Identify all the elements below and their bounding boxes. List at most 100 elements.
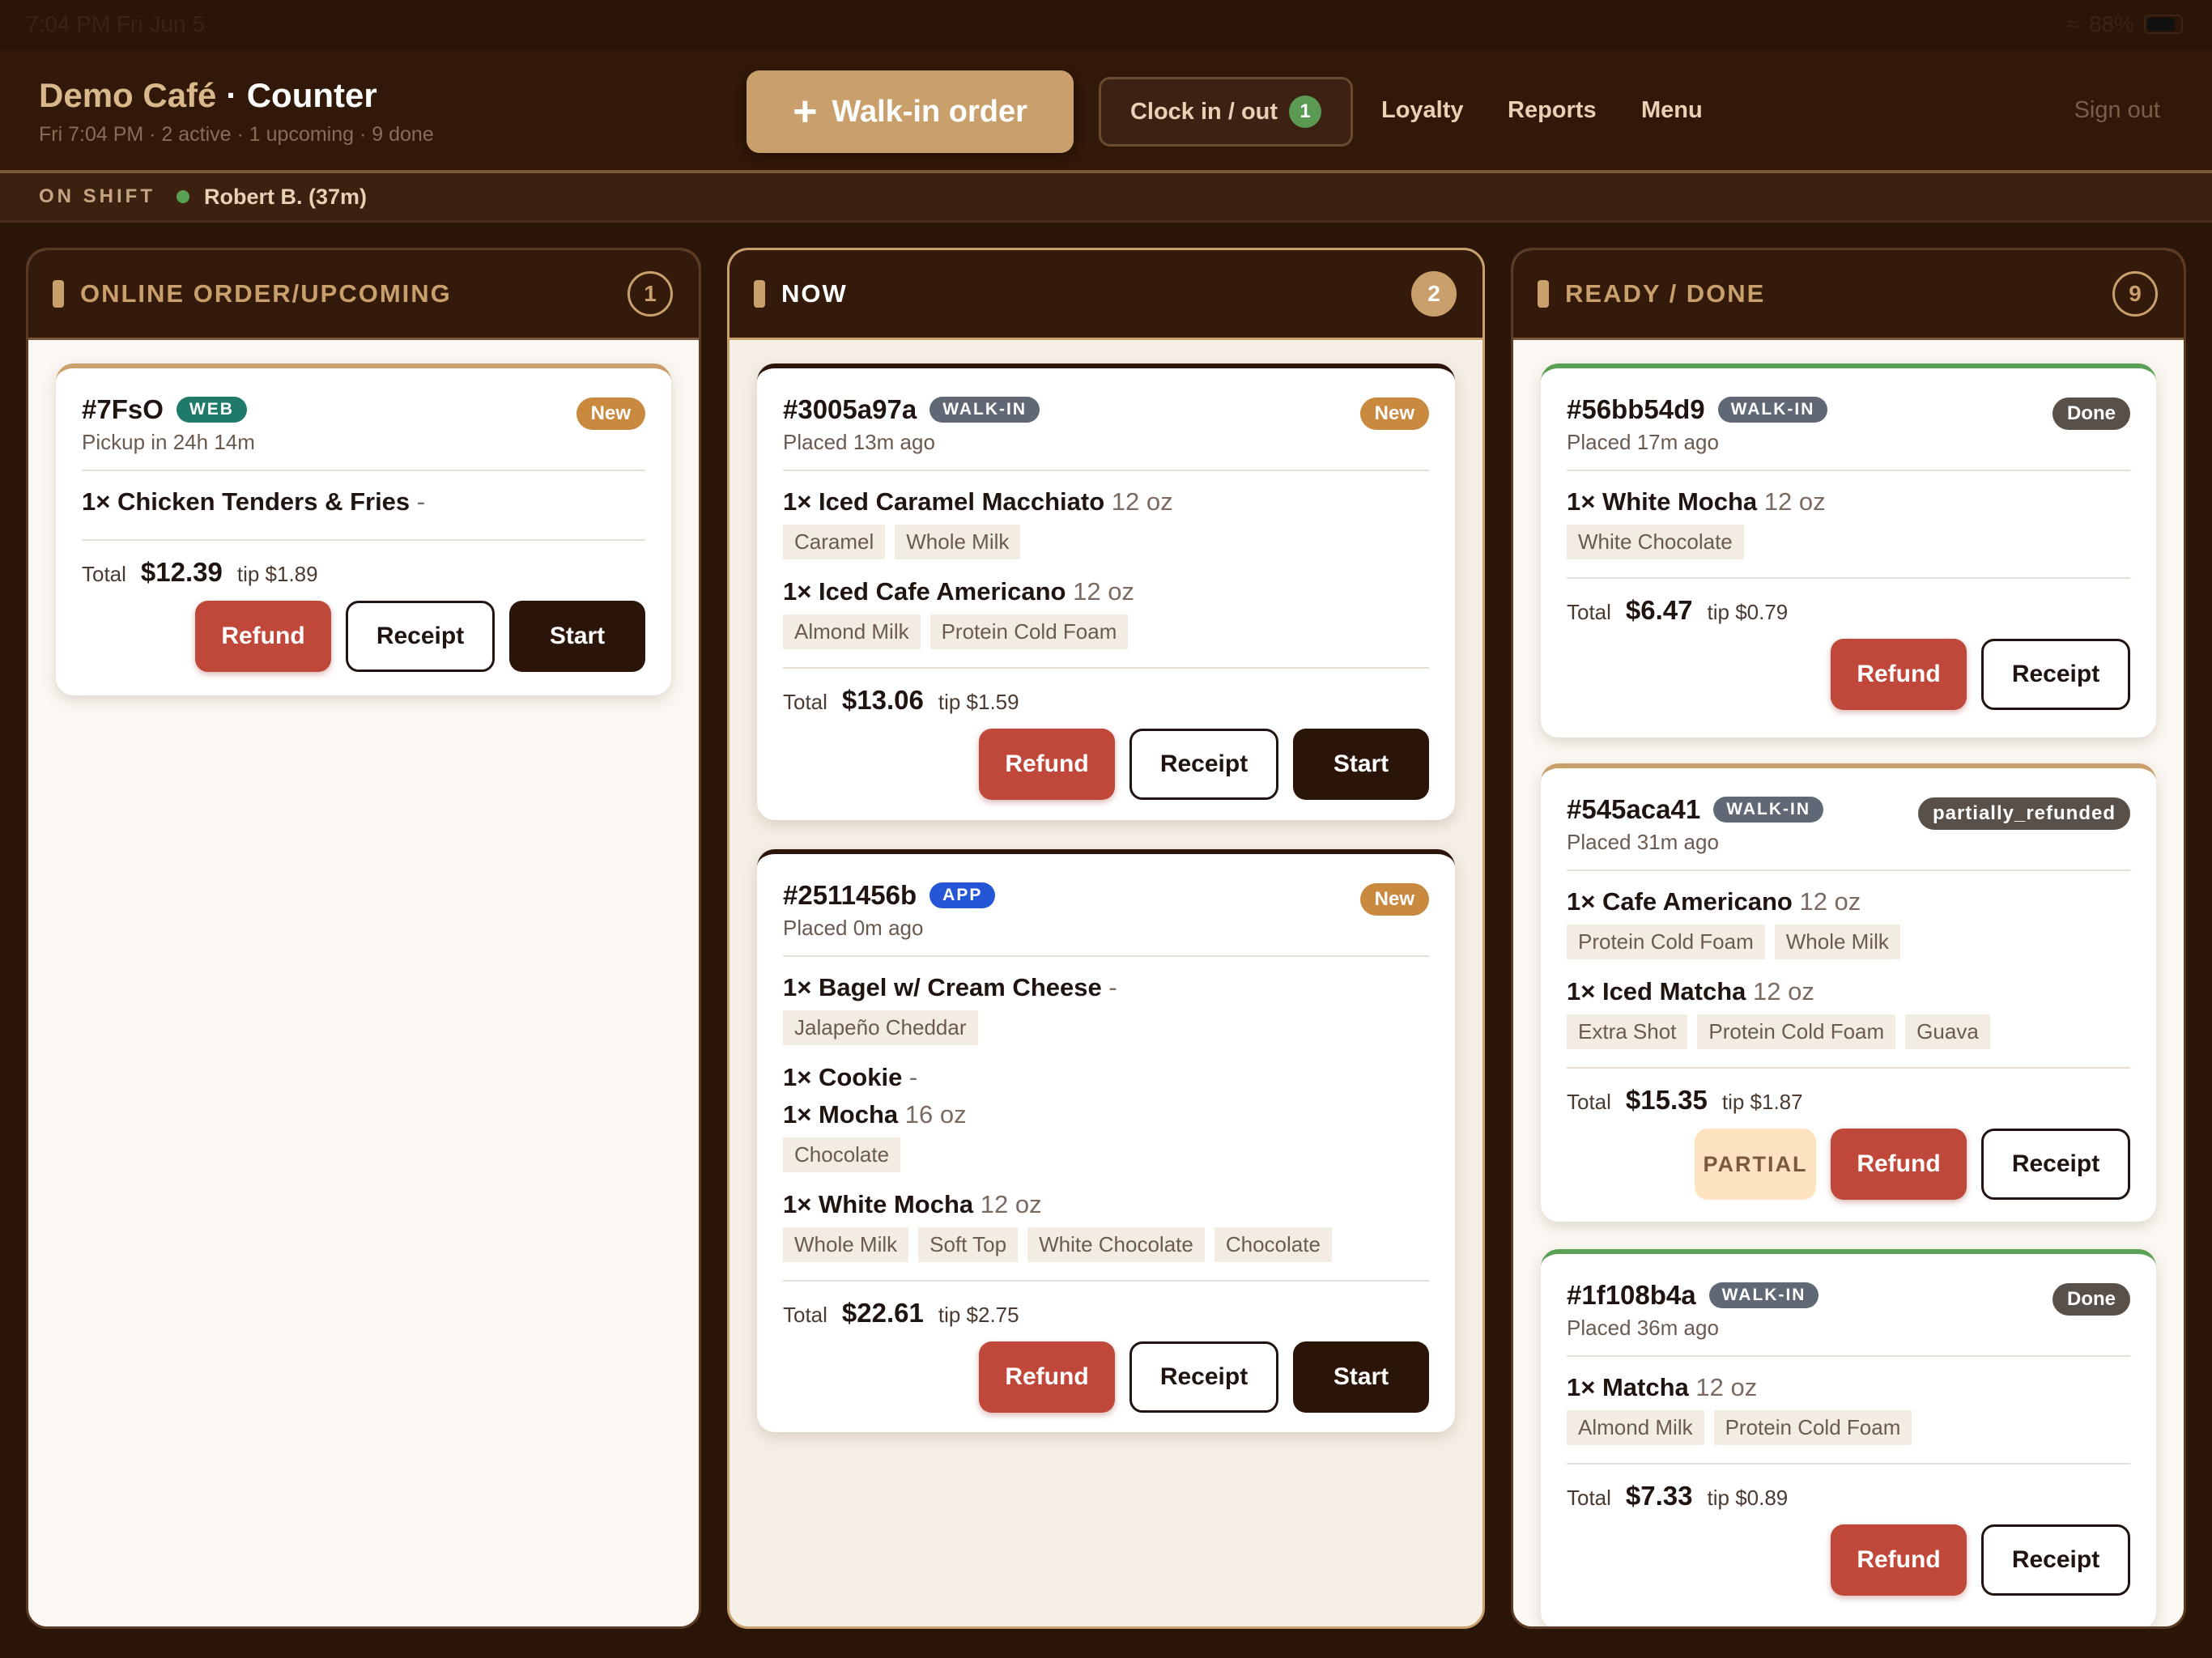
brand-name: Demo Café <box>39 76 217 114</box>
receipt-button[interactable]: Receipt <box>1981 1129 2130 1200</box>
order-total-row: Total $15.35 tip $1.87 <box>1567 1085 1803 1115</box>
order-card[interactable]: #2511456b APP New Placed 0m ago 1× Bagel… <box>757 849 1455 1432</box>
brand: Demo Café · Counter Fri 7:04 PM · 2 acti… <box>39 76 434 147</box>
column-count: 1 <box>627 271 673 317</box>
order-source-tag: WEB <box>176 397 247 423</box>
order-card[interactable]: #3005a97a WALK-IN New Placed 13m ago 1× … <box>757 363 1455 820</box>
order-item: 1× Mocha 16 oz <box>783 1100 967 1129</box>
refund-button[interactable]: Refund <box>195 601 331 672</box>
column-title: NOW <box>781 279 848 308</box>
order-time: Placed 17m ago <box>1567 430 1719 454</box>
modifier-chip: Protein Cold Foam <box>1567 925 1765 959</box>
order-status-badge: Done <box>2052 397 2130 430</box>
order-total-row: Total $12.39 tip $1.89 <box>82 557 318 587</box>
clock-count-badge: 1 <box>1289 96 1322 128</box>
order-tip: tip $1.87 <box>1721 1090 1803 1114</box>
nav-loyalty[interactable]: Loyalty <box>1381 97 1464 124</box>
wifi-icon: ≈ <box>2066 11 2079 36</box>
order-card[interactable]: #545aca41 WALK-IN partially_refunded Pla… <box>1541 763 2156 1222</box>
refund-button[interactable]: Refund <box>1831 639 1967 710</box>
order-item: 1× Bagel w/ Cream Cheese - <box>783 973 1117 1001</box>
receipt-button[interactable]: Receipt <box>1981 1524 2130 1596</box>
refund-button[interactable]: Refund <box>1831 1129 1967 1200</box>
order-tip: tip $1.89 <box>236 562 318 586</box>
start-button[interactable]: Start <box>509 601 645 672</box>
modifier-chip: Protein Cold Foam <box>1713 1410 1912 1445</box>
status-bar: 7:04 PM Fri Jun 5 ≈ 88% <box>0 0 2212 50</box>
start-button[interactable]: Start <box>1293 1341 1429 1413</box>
order-item: 1× Cafe Americano 12 oz <box>1567 887 1861 916</box>
order-time: Placed 36m ago <box>1567 1316 1719 1340</box>
sign-out-link[interactable]: Sign out <box>2074 97 2160 124</box>
partial-refund-label: PARTIAL <box>1695 1129 1816 1200</box>
modifier-chip: Chocolate <box>783 1137 901 1172</box>
order-card[interactable]: #56bb54d9 WALK-IN Done Placed 17m ago 1×… <box>1541 363 2156 738</box>
modifier-chip: Guava <box>1905 1014 1990 1049</box>
modifier-chip: White Chocolate <box>1027 1227 1205 1262</box>
divider <box>1567 470 2130 471</box>
online-dot-icon <box>177 190 189 203</box>
divider <box>783 955 1429 957</box>
order-item: 1× Iced Cafe Americano 12 oz <box>783 577 1134 606</box>
divider <box>1567 1463 2130 1465</box>
divider <box>82 539 645 541</box>
order-total-row: Total $6.47 tip $0.79 <box>1567 595 1789 625</box>
order-status-badge: New <box>1359 397 1429 430</box>
status-right: ≈ 88% <box>2067 11 2183 37</box>
order-id: #3005a97a <box>783 394 917 424</box>
item-modifiers: Chocolate <box>783 1137 1429 1172</box>
order-total: $6.47 <box>1625 595 1693 625</box>
order-source-tag: WALK-IN <box>929 397 1040 423</box>
order-id-row: #2511456b APP <box>783 880 1429 911</box>
order-id-row: #56bb54d9 WALK-IN <box>1567 394 2130 425</box>
modifier-chip: Almond Milk <box>783 614 921 649</box>
start-button[interactable]: Start <box>1293 729 1429 800</box>
item-modifiers: Almond Milk Protein Cold Foam <box>783 614 1429 649</box>
order-status-badge: partially_refunded <box>1917 797 2130 830</box>
order-tip: tip $1.59 <box>938 690 1019 714</box>
walk-in-order-button[interactable]: + Walk-in order <box>747 70 1074 153</box>
order-item: 1× Cookie - <box>783 1063 918 1091</box>
order-item: 1× White Mocha 12 oz <box>1567 487 1826 516</box>
clock-in-out-button[interactable]: Clock in / out 1 <box>1099 77 1353 147</box>
receipt-button[interactable]: Receipt <box>346 601 495 672</box>
divider <box>82 470 645 471</box>
divider <box>1567 869 2130 871</box>
column-accent-bar <box>1538 280 1549 308</box>
column-accent-bar <box>754 280 765 308</box>
column-title: ONLINE ORDER/UPCOMING <box>80 279 452 308</box>
refund-button[interactable]: Refund <box>979 729 1115 800</box>
battery-percent: 88% <box>2088 11 2134 36</box>
item-modifiers: Protein Cold Foam Whole Milk <box>1567 925 2130 959</box>
order-item: 1× Iced Matcha 12 oz <box>1567 977 1814 1005</box>
receipt-button[interactable]: Receipt <box>1129 729 1278 800</box>
refund-button[interactable]: Refund <box>1831 1524 1967 1596</box>
divider <box>1567 1067 2130 1069</box>
order-id-row: #1f108b4a WALK-IN <box>1567 1280 2130 1311</box>
order-time: Placed 13m ago <box>783 430 935 454</box>
order-total: $12.39 <box>140 557 223 587</box>
refund-button[interactable]: Refund <box>979 1341 1115 1413</box>
order-source-tag: WALK-IN <box>1713 797 1824 823</box>
modifier-chip: Whole Milk <box>783 1227 909 1262</box>
nav-reports[interactable]: Reports <box>1508 97 1597 124</box>
modifier-chip: Whole Milk <box>895 525 1021 559</box>
header-subtitle: Fri 7:04 PM · 2 active · 1 upcoming · 9 … <box>39 123 434 146</box>
divider <box>783 667 1429 669</box>
receipt-button[interactable]: Receipt <box>1981 639 2130 710</box>
modifier-chip: Whole Milk <box>1774 925 1900 959</box>
column-header: READY / DONE 9 <box>1513 250 2184 340</box>
order-time: Placed 0m ago <box>783 916 924 940</box>
order-card[interactable]: #7FsO WEB New Pickup in 24h 14m 1× Chick… <box>56 363 671 695</box>
order-card[interactable]: #1f108b4a WALK-IN Done Placed 36m ago 1×… <box>1541 1249 2156 1626</box>
item-modifiers: Whole Milk Soft Top White Chocolate Choc… <box>783 1227 1429 1262</box>
status-time: 7:04 PM Fri Jun 5 <box>26 11 205 36</box>
order-total-row: Total $13.06 tip $1.59 <box>783 685 1019 715</box>
order-item: 1× White Mocha 12 oz <box>783 1190 1042 1218</box>
receipt-button[interactable]: Receipt <box>1129 1341 1278 1413</box>
order-total-row: Total $22.61 tip $2.75 <box>783 1298 1019 1328</box>
column-count: 9 <box>2112 271 2158 317</box>
order-actions: Refund Receipt Start <box>783 729 1429 800</box>
column-header: NOW 2 <box>730 250 1482 340</box>
nav-menu[interactable]: Menu <box>1641 97 1703 124</box>
